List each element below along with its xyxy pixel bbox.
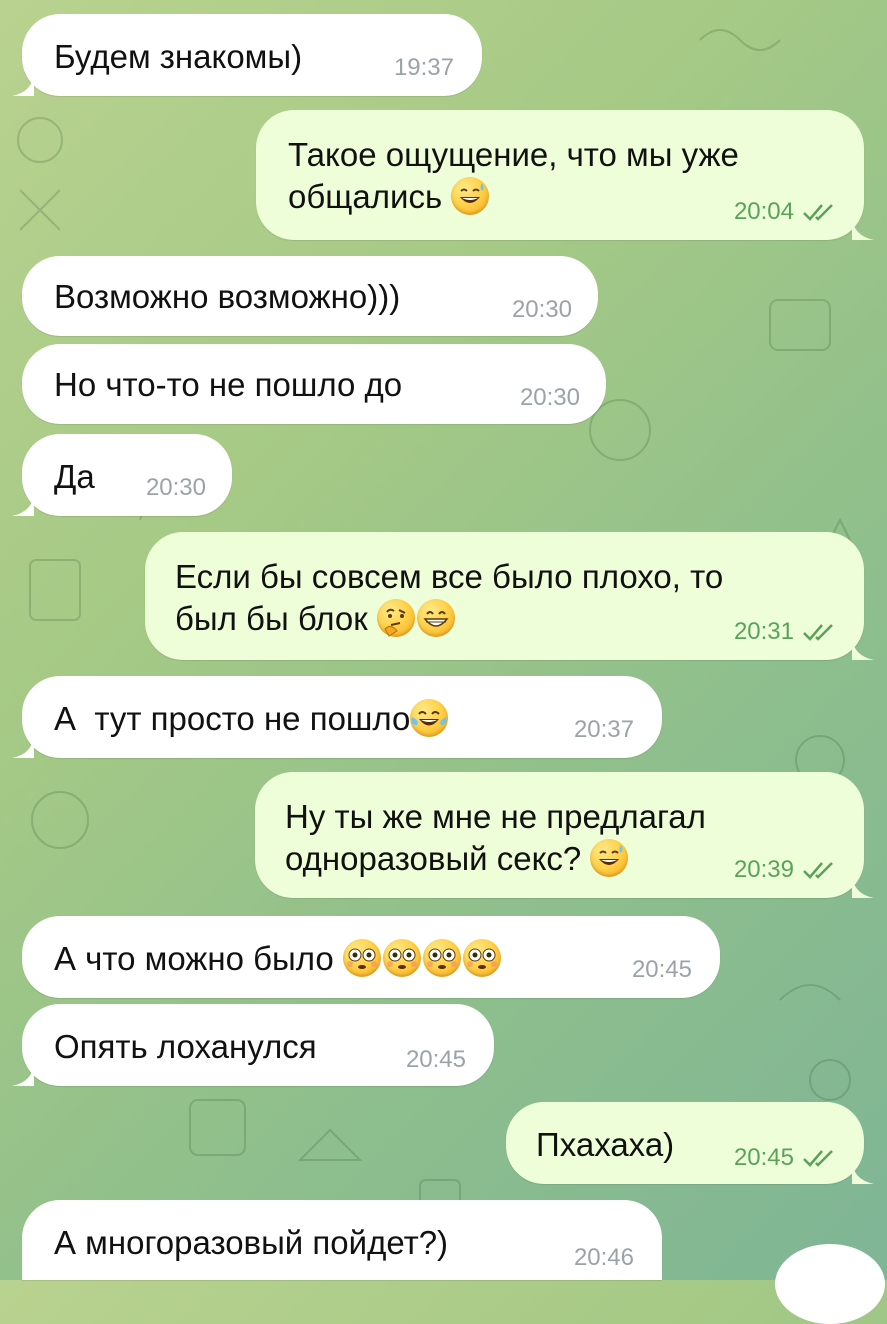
flushed-emoji: [462, 939, 501, 977]
message-bubble-incoming[interactable]: А что можно было 20:45: [22, 916, 720, 998]
message-time: 20:30: [145, 474, 206, 501]
message-bubble-outgoing[interactable]: Ну ты же мне не предлагал одноразовый се…: [255, 772, 874, 898]
message-text: Пхахаха): [536, 1126, 675, 1163]
message-bubble-incoming[interactable]: Но что-то не пошло до 20:30: [22, 344, 606, 424]
message-text: Да: [54, 458, 95, 495]
double-check-icon: [803, 862, 833, 879]
message-text: Будем знакомы): [54, 38, 303, 75]
message-time: 19:37: [393, 54, 454, 81]
message-time: 20:45: [631, 956, 692, 983]
message-bubble-incoming[interactable]: Опять лоханулся 20:45: [12, 1004, 494, 1086]
bubble-tail: [12, 74, 34, 96]
flushed-emoji: [342, 939, 381, 977]
message-time: 20:30: [519, 384, 580, 411]
message-text: Опять лоханулся: [54, 1028, 317, 1065]
message-text: Но что-то не пошло до: [54, 366, 403, 403]
thinking-emoji: [376, 599, 415, 637]
double-check-icon: [803, 1150, 833, 1167]
message-time: 20:45: [733, 1144, 794, 1171]
bubble-tail: [852, 638, 874, 660]
bubble-tail: [12, 1064, 34, 1086]
message-bubble-incoming[interactable]: Да 20:30: [12, 434, 232, 516]
message-time: 20:37: [573, 716, 634, 743]
message-text: А тут просто не пошло: [54, 700, 411, 737]
message-text: Ну ты же мне не предлагал одноразовый се…: [285, 798, 706, 877]
flushed-emoji: [382, 939, 421, 977]
message-bubble-outgoing[interactable]: Пхахаха) 20:45: [506, 1102, 874, 1184]
scroll-down-button[interactable]: [775, 1244, 885, 1324]
message-time: 20:45: [405, 1046, 466, 1073]
message-list[interactable]: Будем знакомы) 19:37 Такое ощущение, что…: [0, 0, 887, 1324]
message-text: А что можно было: [54, 940, 343, 977]
bubble-tail: [852, 218, 874, 240]
message-bubble-incoming[interactable]: А тут просто не пошло 20:37: [12, 676, 662, 758]
message-time: 20:30: [511, 296, 572, 323]
bubble-tail: [852, 876, 874, 898]
double-check-icon: [803, 624, 833, 641]
bubble-tail: [12, 494, 34, 516]
message-text: А многоразовый пойдет?): [54, 1224, 449, 1261]
double-check-icon: [803, 204, 833, 221]
bubble-tail: [12, 736, 34, 758]
bubble-tail: [852, 1162, 874, 1184]
message-bubble-incoming[interactable]: Возможно возможно))) 20:30: [22, 256, 598, 336]
message-text: Такое ощущение, что мы уже общались: [288, 136, 739, 215]
message-time: 20:39: [733, 856, 794, 883]
grinning-sweat-emoji: [451, 177, 490, 215]
message-bubble-outgoing[interactable]: Такое ощущение, что мы уже общались 20:0…: [256, 110, 874, 240]
grinning-sweat-emoji: [590, 839, 629, 877]
message-bubble-incoming[interactable]: А многоразовый пойдет?) 20:46: [22, 1200, 662, 1280]
grin-emoji: [416, 599, 455, 637]
message-text: Возможно возможно))): [54, 278, 401, 315]
message-time: 20:31: [733, 618, 794, 645]
message-bubble-incoming[interactable]: Будем знакомы) 19:37: [12, 14, 482, 96]
tears-of-joy-emoji: [410, 699, 449, 737]
message-bubble-outgoing[interactable]: Если бы совсем все было плохо, то был бы…: [145, 532, 874, 660]
message-time: 20:04: [733, 198, 794, 225]
flushed-emoji: [422, 939, 461, 977]
message-time: 20:46: [573, 1244, 634, 1271]
